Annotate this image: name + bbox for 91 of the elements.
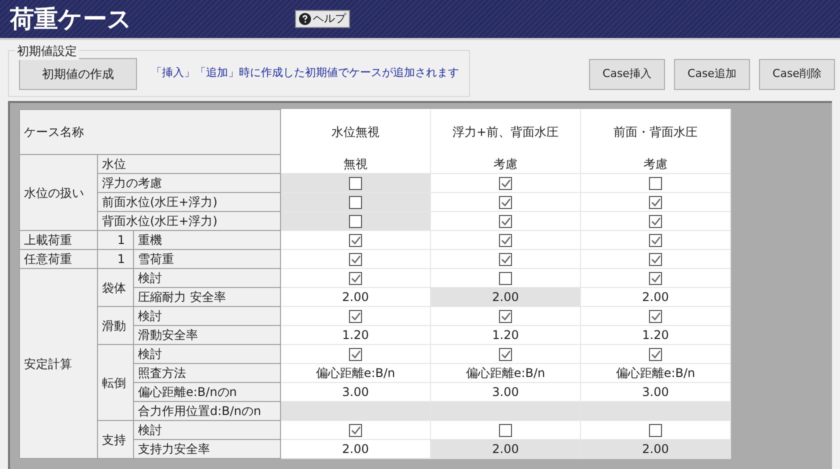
create-defaults-button[interactable]: 初期値の作成 — [19, 58, 137, 90]
checkbox[interactable] — [499, 348, 512, 362]
row-subgroup-label: 支持 — [98, 420, 134, 458]
checkbox[interactable] — [499, 310, 512, 324]
row-label: 重機 — [134, 230, 280, 250]
row-group-label: 上載荷重 — [20, 230, 98, 250]
checkbox[interactable] — [499, 253, 512, 266]
check-icon — [350, 426, 360, 436]
checkbox[interactable] — [499, 215, 512, 228]
column-header: 前面・背面水圧 — [580, 110, 730, 154]
row-group-label: 任意荷重 — [20, 250, 98, 268]
row-label: 圧縮耐力 安全率 — [134, 288, 280, 306]
table-cell: 偏心距離e:B/n — [280, 364, 430, 382]
row-label: 照査方法 — [134, 364, 280, 382]
row-label: 浮力の考慮 — [98, 174, 280, 192]
row-label: 水位 — [98, 154, 280, 174]
table-cell: 2.00 — [580, 288, 730, 306]
row-label: 検討 — [134, 420, 280, 440]
case-button[interactable]: Case削除 — [759, 59, 835, 90]
checkbox[interactable] — [349, 272, 362, 286]
header-label: ケース名称 — [20, 110, 280, 154]
table-cell: 偏心距離e:B/n — [580, 364, 730, 382]
checkbox[interactable] — [499, 196, 512, 210]
row-label: 検討 — [134, 268, 280, 288]
table-cell: 考慮 — [430, 154, 580, 174]
check-icon — [650, 312, 660, 322]
row-label: 前面水位(水圧+浮力) — [98, 192, 280, 212]
table-cell: 2.00 — [280, 288, 430, 306]
help-button[interactable]: ヘルプ — [295, 10, 350, 28]
table-cell: 2.00 — [580, 440, 730, 458]
checkbox[interactable] — [349, 424, 362, 438]
row-subgroup-label: 転倒 — [98, 344, 134, 420]
row-count: 1 — [98, 250, 134, 268]
table-cell: 2.00 — [430, 288, 580, 306]
row-label: 合力作用位置d:B/nのn — [134, 402, 280, 420]
column-header: 浮力+前、背面水圧 — [430, 110, 580, 154]
table-cell: 3.00 — [430, 382, 580, 402]
checkbox[interactable] — [649, 272, 662, 286]
column-header: 水位無視 — [280, 110, 430, 154]
row-label: 検討 — [134, 344, 280, 364]
row-group-label: 安定計算 — [20, 268, 98, 458]
check-icon — [350, 312, 360, 322]
checkbox[interactable] — [649, 177, 662, 190]
check-icon — [350, 350, 360, 360]
table-cell: 2.00 — [430, 440, 580, 458]
checkbox[interactable] — [349, 215, 362, 228]
checkbox[interactable] — [349, 234, 362, 248]
checkbox[interactable] — [649, 253, 662, 266]
checkbox[interactable] — [499, 234, 512, 248]
case-button[interactable]: Case追加 — [674, 59, 750, 90]
checkbox[interactable] — [649, 424, 662, 438]
table-cell: 3.00 — [580, 382, 730, 402]
table-cell: 2.00 — [280, 440, 430, 458]
table-cell: 偏心距離e:B/n — [430, 364, 580, 382]
checkbox[interactable] — [349, 177, 362, 190]
window-title: 荷重ケース — [10, 4, 133, 35]
group-legend: 初期値設定 — [15, 42, 79, 60]
checkbox[interactable] — [649, 196, 662, 210]
check-icon — [500, 350, 510, 360]
case-button[interactable]: Case挿入 — [589, 59, 665, 90]
check-icon — [500, 312, 510, 322]
row-count: 1 — [98, 230, 134, 250]
table-cell: 3.00 — [280, 382, 430, 402]
help-icon — [299, 13, 311, 25]
checkbox[interactable] — [649, 215, 662, 228]
row-subgroup-label: 袋体 — [98, 268, 134, 306]
table-cell: 無視 — [280, 154, 430, 174]
row-label: 検討 — [134, 306, 280, 326]
table-cell: 考慮 — [580, 154, 730, 174]
row-subgroup-label: 滑動 — [98, 306, 134, 344]
checkbox[interactable] — [499, 272, 512, 286]
table-cell: 1.20 — [430, 326, 580, 344]
checkbox[interactable] — [499, 424, 512, 438]
checkbox[interactable] — [349, 253, 362, 266]
checkbox[interactable] — [349, 310, 362, 324]
table-cell: 1.20 — [580, 326, 730, 344]
checkbox[interactable] — [349, 196, 362, 210]
checkbox[interactable] — [649, 348, 662, 362]
checkbox[interactable] — [499, 177, 512, 190]
row-label: 滑動安全率 — [134, 326, 280, 344]
row-group-label: 水位の扱い — [20, 154, 98, 230]
row-label: 偏心距離e:B/nのn — [134, 382, 280, 402]
checkbox[interactable] — [349, 348, 362, 362]
table-cell: 1.20 — [280, 326, 430, 344]
row-label: 雪荷重 — [134, 250, 280, 268]
info-text: 「挿入」「追加」時に作成した初期値でケースが追加されます — [151, 65, 459, 82]
checkbox[interactable] — [649, 234, 662, 248]
check-icon — [650, 350, 660, 360]
checkbox[interactable] — [649, 310, 662, 324]
row-label: 支持力安全率 — [134, 440, 280, 458]
row-label: 背面水位(水圧+浮力) — [98, 212, 280, 230]
